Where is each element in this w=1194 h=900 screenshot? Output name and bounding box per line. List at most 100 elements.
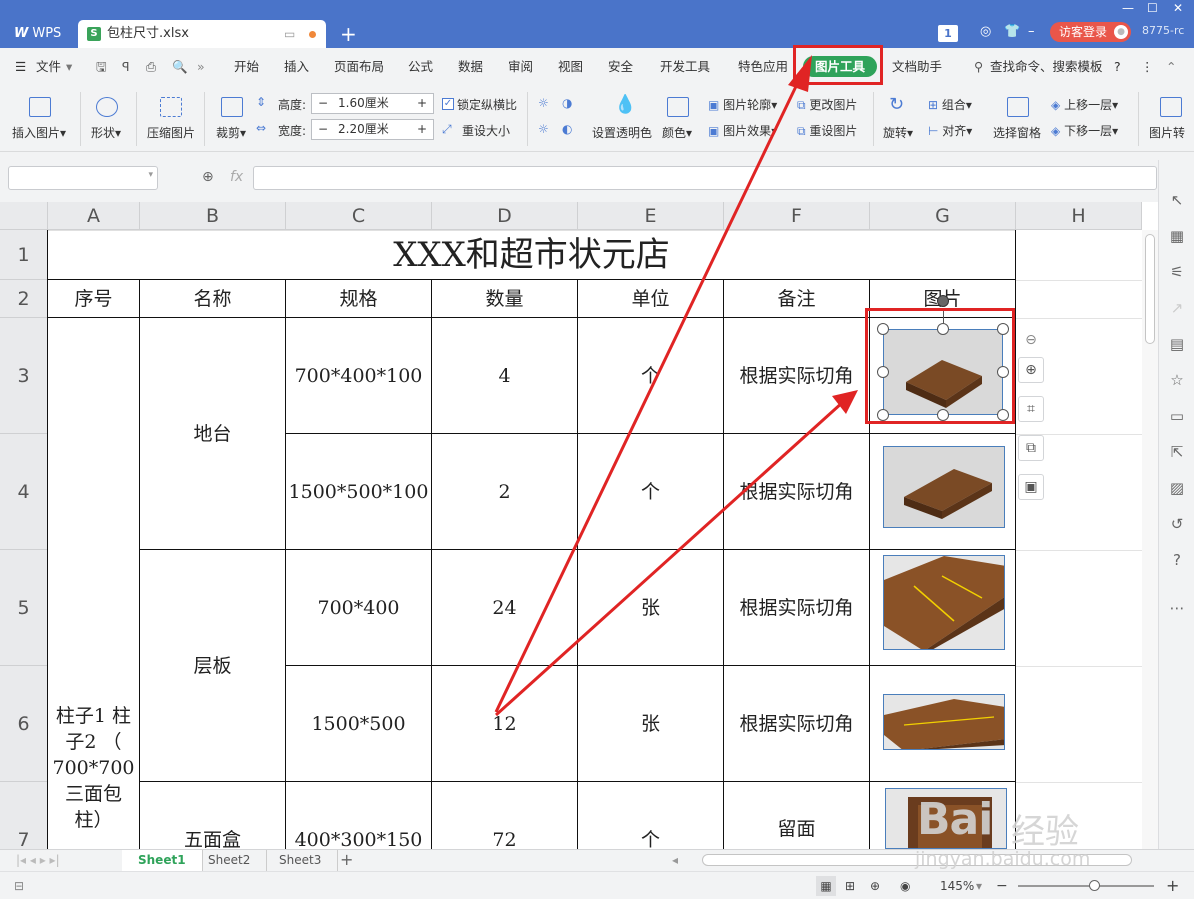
column-header-e[interactable]: E	[578, 202, 724, 230]
table-style-icon[interactable]: ▦	[1167, 226, 1187, 246]
width-decrease-button[interactable]: −	[318, 120, 328, 139]
row-header-3[interactable]: 3	[0, 318, 48, 434]
menu-data[interactable]: 数据	[458, 48, 483, 86]
unit-cell[interactable]: 张	[578, 550, 724, 666]
column-header-b[interactable]: B	[140, 202, 286, 230]
note-cell[interactable]: 根据实际切角	[724, 318, 870, 434]
formula-input[interactable]	[253, 166, 1157, 190]
zoom-level[interactable]: 145%	[940, 872, 974, 900]
eye-protect-icon[interactable]: ◉	[900, 872, 910, 900]
product-picture[interactable]	[883, 694, 1005, 750]
zoom-slider-thumb[interactable]	[1089, 880, 1100, 891]
compress-picture-button[interactable]: 压缩图片	[147, 124, 195, 141]
menu-formula[interactable]: 公式	[408, 48, 433, 86]
crop-icon[interactable]	[221, 97, 243, 117]
page-break-view-icon[interactable]: ⊞	[845, 872, 855, 900]
picture-replace-icon[interactable]: ▣	[1018, 474, 1044, 500]
change-picture-button[interactable]: ⧉ 更改图片	[797, 96, 857, 113]
help-icon[interactable]: ?	[1114, 48, 1121, 86]
picture-effect-button[interactable]: ▣ 图片效果▾	[708, 122, 777, 139]
save-icon[interactable]: 🖫	[96, 48, 107, 86]
normal-view-icon[interactable]: ▦	[816, 876, 836, 896]
archive-icon[interactable]: ▭	[1167, 406, 1187, 426]
contrast-up-icon[interactable]: ◑	[562, 96, 572, 110]
header-qty[interactable]: 数量	[432, 280, 578, 318]
sheet-tab-sheet1[interactable]: Sheet1	[122, 850, 203, 871]
name-cell-wumianhe[interactable]: 五面盒	[140, 782, 286, 849]
note-cell[interactable]: 根据实际切角	[724, 666, 870, 782]
column-header-c[interactable]: C	[286, 202, 432, 230]
picture-convert-button[interactable]: 图片转	[1149, 124, 1185, 141]
zoom-chevron-icon[interactable]: ▾	[976, 872, 982, 900]
width-input[interactable]: − 2.20厘米 +	[311, 119, 434, 140]
send-backward-button[interactable]: ◈ 下移一层▾	[1051, 122, 1118, 139]
shirt-icon[interactable]: 👕	[1004, 24, 1020, 39]
product-picture[interactable]	[883, 555, 1005, 650]
zoom-out-button[interactable]: −	[996, 872, 1008, 900]
height-increase-button[interactable]: +	[417, 94, 427, 113]
hscroll-left-icon[interactable]: ◂	[672, 846, 678, 874]
contrast-down-icon[interactable]: ◐	[562, 122, 572, 136]
qty-cell[interactable]: 4	[432, 318, 578, 434]
window-count-badge[interactable]: 1	[938, 25, 958, 42]
column-header-a[interactable]: A	[48, 202, 140, 230]
minimize-titlebar-icon[interactable]: –	[1028, 24, 1035, 39]
sheet-tab-sheet2[interactable]: Sheet2	[192, 850, 268, 871]
set-transparent-button[interactable]: 设置透明色	[592, 124, 652, 141]
name-cell-ditai[interactable]: 地台	[140, 318, 286, 550]
vertical-scrollbar[interactable]	[1142, 230, 1158, 849]
menu-view[interactable]: 视图	[558, 48, 583, 86]
file-tab[interactable]: S 包柱尺寸.xlsx ▭	[78, 20, 326, 48]
collapse-toolbar-icon[interactable]: ⊖	[1018, 328, 1044, 354]
row-header-7[interactable]: 7	[0, 782, 48, 849]
note-cell[interactable]: 根据实际切角	[724, 550, 870, 666]
zoom-slider[interactable]	[1018, 885, 1154, 887]
note-cell[interactable]: 根据实际切角	[724, 434, 870, 550]
color-icon[interactable]	[667, 97, 689, 117]
format-painter-icon[interactable]: ꟼ	[122, 48, 130, 86]
header-note[interactable]: 备注	[724, 280, 870, 318]
sheet-title-cell[interactable]: XXX和超市状元店	[48, 230, 1016, 280]
qty-cell[interactable]: 2	[432, 434, 578, 550]
select-all-corner[interactable]	[0, 202, 48, 230]
history-icon[interactable]: ↺	[1167, 514, 1187, 534]
skin-icon[interactable]: ◎	[980, 24, 991, 39]
spec-cell[interactable]: 700*400*100	[286, 318, 432, 434]
menu-insert[interactable]: 插入	[284, 48, 309, 86]
picture-outline-button[interactable]: ▣ 图片轮廓▾	[708, 96, 777, 113]
zoom-in-button[interactable]: +	[1166, 872, 1179, 900]
width-increase-button[interactable]: +	[417, 120, 427, 139]
macro-icon[interactable]: ⊟	[14, 872, 24, 900]
crop-button[interactable]: 裁剪▾	[216, 124, 246, 141]
picture-panel-icon[interactable]: ▤	[1167, 334, 1187, 354]
monitor-icon[interactable]: ▭	[284, 20, 295, 48]
transparent-color-icon[interactable]: 💧	[614, 94, 636, 115]
unit-cell[interactable]: 张	[578, 666, 724, 782]
image-icon[interactable]: ▨	[1167, 478, 1187, 498]
column-header-g[interactable]: G	[870, 202, 1016, 230]
sheet-tab-sheet3[interactable]: Sheet3	[263, 850, 339, 871]
group-button[interactable]: ⊞ 组合▾	[928, 96, 972, 113]
help-circle-icon[interactable]: ?	[1167, 550, 1187, 570]
column-header-f[interactable]: F	[724, 202, 870, 230]
qty-cell[interactable]: 72	[432, 782, 578, 849]
column-header-d[interactable]: D	[432, 202, 578, 230]
compress-picture-icon[interactable]	[160, 97, 182, 117]
row-header-4[interactable]: 4	[0, 434, 48, 550]
menu-doc-assistant[interactable]: 文档助手	[892, 48, 942, 86]
add-sheet-button[interactable]: +	[340, 846, 353, 874]
more-chevron-icon[interactable]: »	[197, 48, 205, 86]
picture-convert-icon[interactable]	[1160, 97, 1182, 117]
row-header-1[interactable]: 1	[0, 230, 48, 280]
name-cell-cengban[interactable]: 层板	[140, 550, 286, 782]
seq-cell[interactable]: 柱子1 柱子2 （ 700*700 三面包 柱）	[48, 318, 140, 849]
header-spec[interactable]: 规格	[286, 280, 432, 318]
menu-start[interactable]: 开始	[234, 48, 259, 86]
color-button[interactable]: 颜色▾	[662, 124, 692, 141]
rotate-button[interactable]: 旋转▾	[883, 124, 913, 141]
crop-picture-icon[interactable]: ⌗	[1018, 396, 1044, 422]
qty-cell[interactable]: 12	[432, 666, 578, 782]
zoom-formula-icon[interactable]: ⊕	[202, 169, 214, 185]
brightness-up-icon[interactable]: ☼	[538, 96, 549, 110]
row-header-5[interactable]: 5	[0, 550, 48, 666]
